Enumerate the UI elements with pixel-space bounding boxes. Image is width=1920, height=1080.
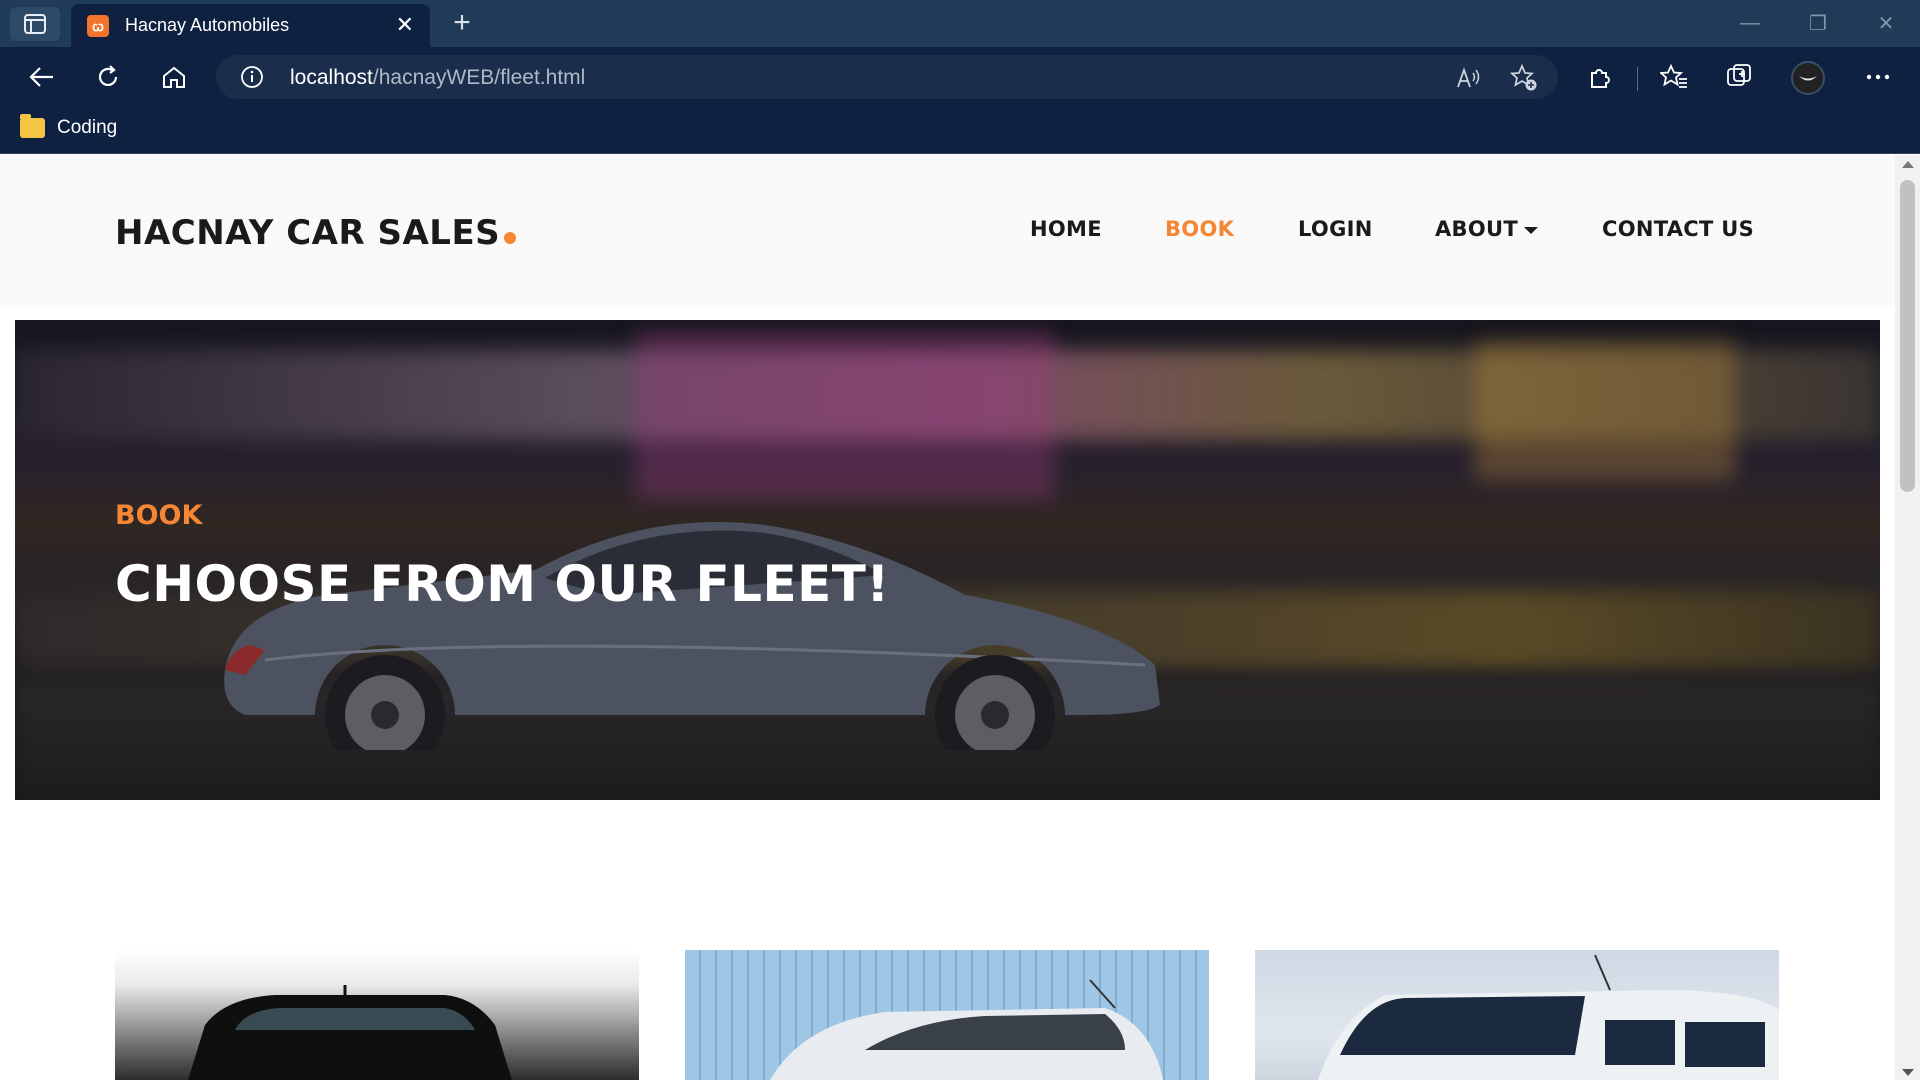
- restore-button[interactable]: ❐: [1784, 0, 1852, 47]
- settings-menu-button[interactable]: [1858, 57, 1898, 97]
- reload-button[interactable]: [88, 57, 128, 97]
- close-tab-icon[interactable]: ✕: [396, 14, 414, 36]
- scroll-up-arrow-icon[interactable]: [1902, 161, 1914, 168]
- scroll-thumb[interactable]: [1900, 180, 1915, 492]
- browser-toolbar: localhost/hacnayWEB/fleet.html: [0, 47, 1920, 107]
- favorites-star-icon: [1660, 64, 1687, 88]
- hero-banner: BOOK CHOOSE FROM OUR FLEET!: [15, 320, 1880, 800]
- read-aloud-icon[interactable]: [1454, 64, 1482, 92]
- fleet-card-van-black[interactable]: [115, 950, 639, 1080]
- url-path: /hacnayWEB/fleet.html: [372, 66, 586, 89]
- sports-car-image: [224, 522, 1160, 750]
- bookmarks-bar: Coding: [0, 107, 1920, 154]
- puzzle-icon: [1591, 69, 1610, 88]
- home-button[interactable]: [154, 57, 194, 97]
- xampp-favicon-icon: ꞷ: [87, 14, 109, 37]
- folder-icon: [20, 114, 45, 138]
- hero-kicker: BOOK: [115, 500, 203, 531]
- url-text[interactable]: localhost/hacnayWEB/fleet.html: [290, 66, 585, 90]
- caret-down-icon: [1524, 226, 1538, 234]
- page-scrollbar[interactable]: [1895, 155, 1920, 1080]
- black-van-image: [188, 985, 512, 1080]
- nav-book[interactable]: BOOK: [1165, 217, 1234, 241]
- toolbar-separator: [1637, 67, 1638, 91]
- nav-contact[interactable]: CONTACT US: [1602, 217, 1754, 241]
- add-favorite-icon[interactable]: [1510, 64, 1538, 92]
- active-tab[interactable]: ꞷ Hacnay Automobiles ✕: [71, 4, 430, 47]
- nav-home[interactable]: HOME: [1030, 217, 1102, 241]
- close-window-button[interactable]: ✕: [1852, 0, 1920, 47]
- white-minibus-image: [1318, 954, 1779, 1080]
- new-tab-button[interactable]: +: [445, 7, 479, 41]
- fleet-card-hatchback-white[interactable]: [685, 950, 1209, 1080]
- blurred-yellow-light: [1475, 340, 1735, 480]
- home-icon: [163, 66, 185, 88]
- url-host: localhost: [290, 66, 373, 89]
- bookmark-folder-label: Coding: [57, 117, 118, 138]
- window-controls: — ❐ ✕: [1716, 0, 1920, 47]
- back-button[interactable]: [22, 57, 62, 97]
- blurred-magenta-light: [635, 330, 1055, 500]
- fleet-card-minibus-white[interactable]: [1255, 950, 1779, 1080]
- fleet-cards: [0, 950, 1895, 1080]
- hero-title: CHOOSE FROM OUR FLEET!: [115, 555, 890, 613]
- site-info-icon[interactable]: [240, 65, 264, 89]
- more-dots-icon: [1866, 74, 1890, 80]
- main-nav: HOME BOOK LOGIN ABOUT CONTACT US: [0, 217, 1895, 249]
- tab-title: Hacnay Automobiles: [125, 15, 290, 35]
- collections-icon: [1727, 64, 1751, 86]
- reload-icon: [98, 65, 118, 86]
- back-arrow-icon: [29, 67, 53, 87]
- nav-about-label: ABOUT: [1435, 217, 1518, 241]
- profile-icon: [1799, 76, 1817, 81]
- scroll-down-arrow-icon[interactable]: [1902, 1069, 1914, 1076]
- collections-button[interactable]: [1720, 57, 1760, 97]
- browser-tab-bar: ꞷ Hacnay Automobiles ✕ + — ❐ ✕: [0, 0, 1920, 47]
- address-bar[interactable]: localhost/hacnayWEB/fleet.html: [216, 55, 1558, 99]
- favorites-button[interactable]: [1654, 57, 1694, 97]
- nav-about-dropdown[interactable]: ABOUT: [1435, 217, 1538, 241]
- bookmark-folder-coding[interactable]: Coding: [20, 114, 118, 139]
- white-hatchback-image: [770, 979, 1164, 1080]
- profile-avatar[interactable]: [1791, 61, 1825, 95]
- extensions-button[interactable]: [1580, 57, 1620, 97]
- site-header: HACNAY CAR SALES HOME BOOK LOGIN ABOUT C…: [0, 155, 1895, 305]
- page-viewport: HACNAY CAR SALES HOME BOOK LOGIN ABOUT C…: [0, 155, 1895, 1080]
- nav-login[interactable]: LOGIN: [1298, 217, 1373, 241]
- minimize-button[interactable]: —: [1716, 0, 1784, 47]
- tab-actions-icon: [24, 14, 46, 34]
- tab-actions-button[interactable]: [10, 7, 60, 41]
